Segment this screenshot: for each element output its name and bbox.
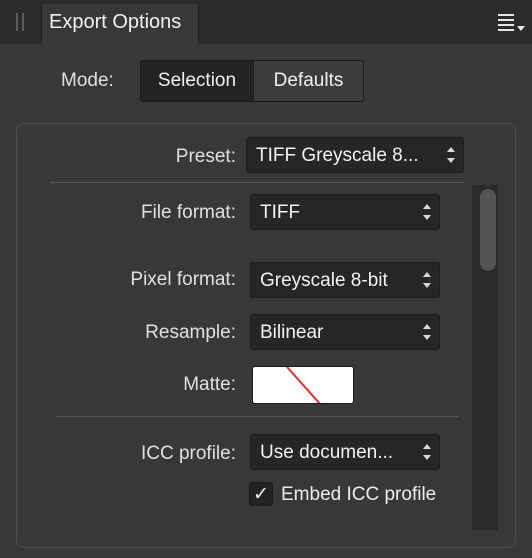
resample-label: Resample: [145, 322, 236, 343]
pixel-format-label: Pixel format: [130, 269, 236, 290]
divider [50, 182, 464, 183]
file-format-dropdown[interactable]: TIFF [250, 194, 440, 230]
embed-icc-label: Embed ICC profile [281, 484, 437, 505]
divider [56, 416, 458, 417]
preset-dropdown[interactable]: TIFF Greyscale 8... [246, 137, 464, 173]
mode-selection-button[interactable]: Selection [141, 61, 254, 101]
preset-value: TIFF Greyscale 8... [256, 145, 419, 166]
tab-label: Export Options [49, 11, 182, 33]
preset-label: Preset: [175, 146, 236, 167]
stepper-arrows-icon [423, 272, 431, 288]
stepper-arrows-icon [423, 324, 431, 340]
mode-segmented-control: Selection Defaults [140, 60, 364, 102]
scrollbar-thumb[interactable] [480, 189, 496, 271]
drag-handle-icon[interactable] [14, 13, 26, 31]
icc-profile-label: ICC profile: [140, 443, 236, 464]
embed-icc-checkbox[interactable]: ✓ [249, 482, 273, 506]
matte-color-swatch[interactable] [252, 366, 354, 404]
pixel-format-value: Greyscale 8-bit [260, 270, 388, 291]
stepper-arrows-icon [423, 444, 431, 460]
icc-profile-value: Use documen... [260, 442, 394, 463]
matte-label: Matte: [183, 374, 236, 395]
file-format-label: File format: [140, 202, 236, 223]
tab-export-options[interactable]: Export Options [41, 4, 199, 44]
pixel-format-dropdown[interactable]: Greyscale 8-bit [250, 262, 440, 298]
icc-profile-dropdown[interactable]: Use documen... [250, 434, 440, 470]
mode-defaults-button[interactable]: Defaults [254, 61, 363, 101]
resample-value: Bilinear [260, 322, 324, 343]
no-color-swatch-icon [286, 367, 321, 403]
stepper-arrows-icon [423, 204, 431, 220]
stepper-arrows-icon [447, 147, 455, 163]
mode-label: Mode: [61, 70, 114, 91]
panel-tab-bar: Export Options [0, 0, 532, 44]
resample-dropdown[interactable]: Bilinear [250, 314, 440, 350]
hamburger-menu-icon[interactable] [496, 12, 526, 36]
file-format-value: TIFF [260, 202, 301, 223]
